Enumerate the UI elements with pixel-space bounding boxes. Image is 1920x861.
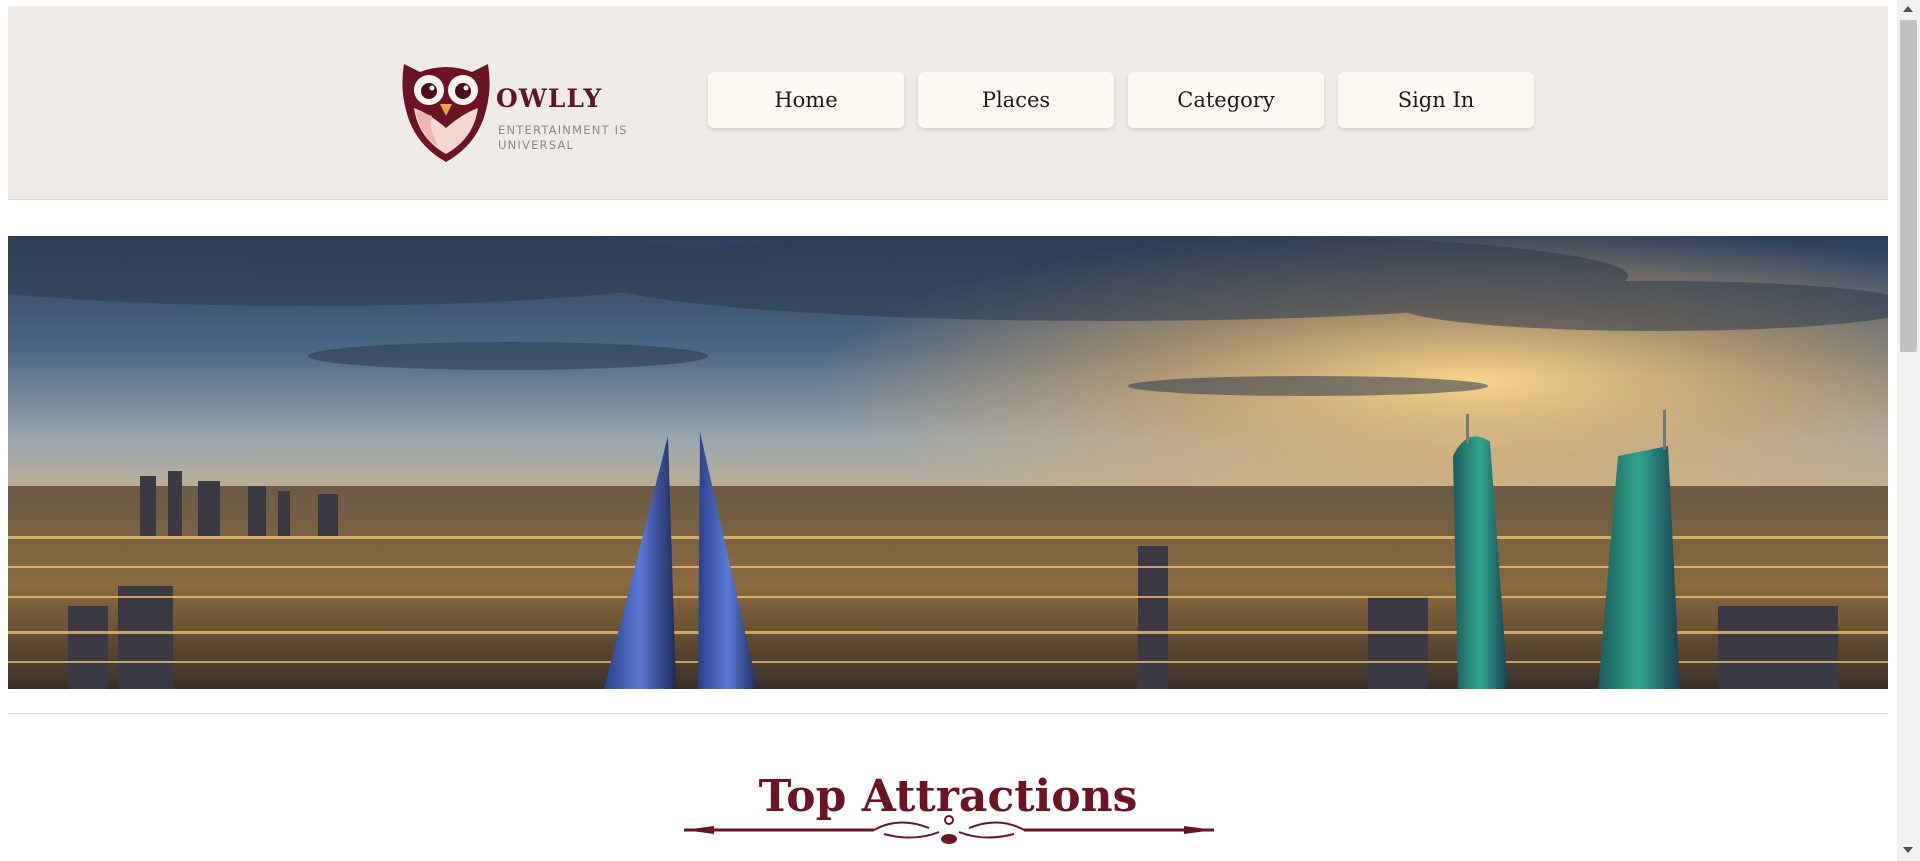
brand-name: OWLLY bbox=[496, 84, 603, 113]
scrollbar-thumb[interactable] bbox=[1900, 20, 1917, 352]
vertical-scrollbar[interactable] bbox=[1897, 0, 1920, 861]
brand-tagline: ENTERTAINMENT IS UNIVERSAL bbox=[498, 123, 628, 152]
nav-home-button[interactable]: Home bbox=[708, 72, 904, 128]
section-divider bbox=[8, 713, 1888, 714]
nav-places-button[interactable]: Places bbox=[918, 72, 1114, 128]
owl-logo-icon bbox=[402, 64, 490, 162]
main-nav: Home Places Category Sign In bbox=[708, 72, 1534, 128]
scroll-down-arrow-icon[interactable] bbox=[1903, 847, 1913, 853]
hero-banner-image bbox=[8, 236, 1888, 689]
brand-logo[interactable]: OWLLY ENTERTAINMENT IS UNIVERSAL bbox=[398, 58, 638, 168]
decorative-flourish-icon bbox=[684, 815, 1214, 844]
nav-sign-in-button[interactable]: Sign In bbox=[1338, 72, 1534, 128]
site-header: OWLLY ENTERTAINMENT IS UNIVERSAL Home Pl… bbox=[8, 6, 1888, 200]
scroll-up-arrow-icon[interactable] bbox=[1903, 6, 1913, 12]
nav-category-button[interactable]: Category bbox=[1128, 72, 1324, 128]
city-skyline-image bbox=[8, 236, 1888, 689]
page-viewport: OWLLY ENTERTAINMENT IS UNIVERSAL Home Pl… bbox=[0, 0, 1897, 861]
